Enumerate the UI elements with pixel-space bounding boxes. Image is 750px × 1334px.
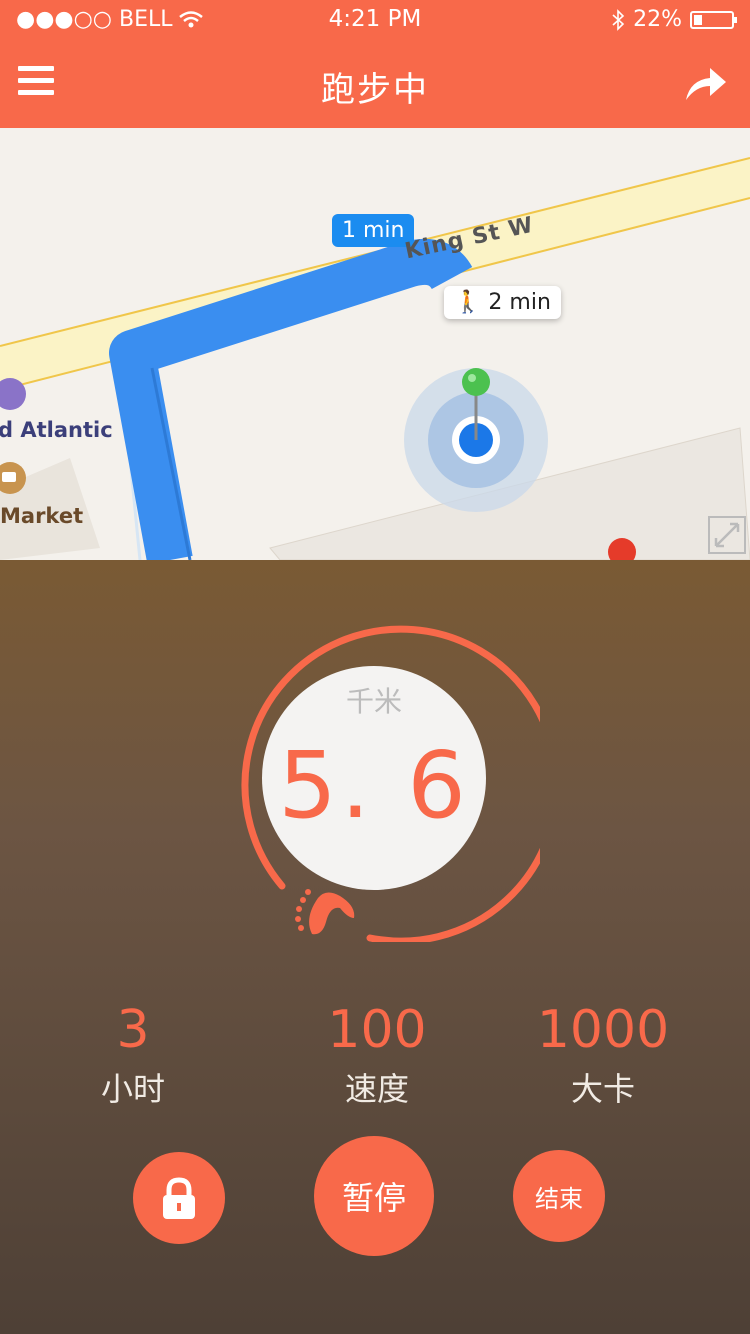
time-value: 3 [116,1000,150,1060]
eta-2min-text: 2 min [488,290,551,315]
expand-icon [714,522,740,548]
battery-percent: 22% [633,7,682,32]
bluetooth-icon [612,8,625,31]
share-button[interactable] [682,64,730,104]
nav-bar: 跑步中 [0,40,750,128]
start-pin-icon [462,368,490,396]
eta-bubble-2min: 🚶 2 min [444,286,561,319]
distance-value: 5. 6 [278,732,470,839]
expand-map-button[interactable] [708,516,746,554]
map-view[interactable]: 1 min King St W 🚶 2 min d Atlantic Marke… [0,128,750,560]
stat-speed: 100 速度 [267,1002,487,1110]
end-button[interactable]: 结束 [513,1150,605,1242]
distance-unit: 千米 [345,685,402,718]
poi-label-market: Market [0,504,84,528]
poi-label-atlantic: d Atlantic [0,418,113,442]
lock-icon [163,1177,195,1219]
status-right: 22% [611,7,737,32]
page-title: 跑步中 [321,70,429,110]
calories-value: 1000 [536,1000,670,1060]
speed-label: 速度 [344,1070,409,1108]
stat-time: 3 小时 [23,1002,243,1110]
lock-button[interactable] [133,1152,225,1244]
time-label: 小时 [100,1070,165,1108]
stat-calories: 1000 大卡 [493,1002,713,1110]
map-canvas [0,157,750,560]
footprint-icon [295,889,355,935]
pause-button[interactable]: 暂停 [314,1136,434,1256]
eta-bubble-1min: 1 min [332,214,415,247]
battery-icon [690,10,737,29]
walking-person-icon: 🚶 [454,290,482,315]
distance-display: 千米 5. 6 [262,666,486,890]
status-bar: ●●●○○ BELL 4:21 PM 22% [0,0,750,40]
speed-value: 100 [327,1000,427,1060]
calories-label: 大卡 [570,1070,635,1108]
run-stats-panel: 千米 5. 6 3 小时 100 速度 1000 大卡 暂停 结束 [0,560,750,1334]
